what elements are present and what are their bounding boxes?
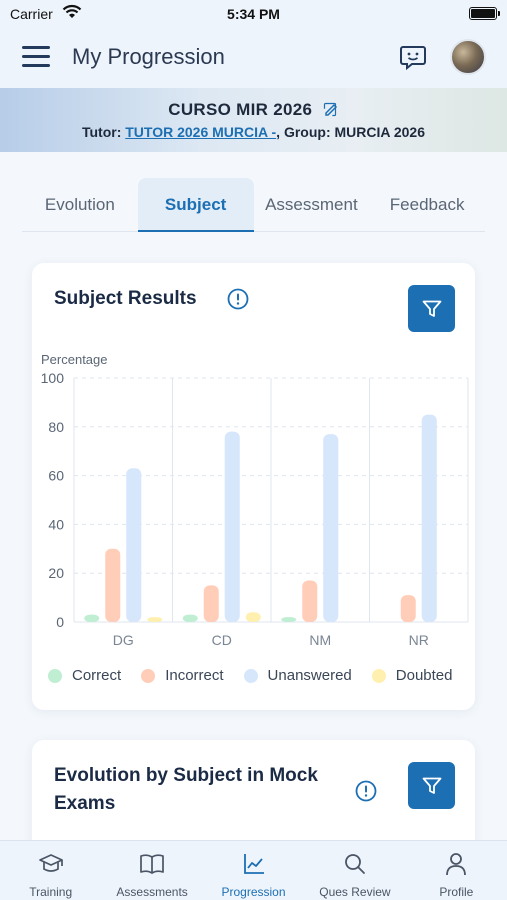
- legend-item-doubted[interactable]: Doubted: [371, 667, 453, 684]
- x-tick-label: DG: [113, 632, 134, 648]
- nav-label-progression: Progression: [221, 885, 286, 899]
- evolution-title-line1: Evolution by Subject in Mock: [54, 765, 318, 786]
- group-info: , Group: MURCIA 2026: [276, 124, 426, 140]
- bar-correct-dg: [84, 614, 100, 622]
- book-icon: [140, 854, 164, 874]
- battery-icon: [469, 7, 500, 20]
- edit-icon[interactable]: [323, 101, 339, 117]
- tutor-label: Tutor:: [81, 124, 122, 140]
- legend-item-unanswered[interactable]: Unanswered: [243, 667, 352, 684]
- app-header: My Progression: [0, 30, 507, 88]
- y-tick-label: 20: [48, 565, 64, 581]
- y-axis-title: Percentage: [41, 352, 108, 367]
- bar-incorrect-nm: [302, 580, 318, 622]
- nav-item-profile[interactable]: Profile: [406, 841, 507, 900]
- tab-bar: Evolution Subject Assessment Feedback: [22, 178, 485, 232]
- chat-icon[interactable]: [398, 42, 428, 72]
- filter-icon: [422, 777, 441, 794]
- nav-label-ques-review: Ques Review: [319, 885, 391, 899]
- tab-assessment[interactable]: Assessment: [254, 178, 370, 231]
- x-tick-label: NM: [309, 632, 331, 648]
- avatar[interactable]: [450, 39, 486, 75]
- tab-subject[interactable]: Subject: [137, 178, 254, 232]
- bar-correct-nm: [281, 617, 297, 622]
- bar-correct-cd: [182, 614, 198, 622]
- info-icon[interactable]: [355, 780, 377, 802]
- nav-item-assessments[interactable]: Assessments: [101, 841, 202, 900]
- page-title: My Progression: [72, 44, 225, 69]
- subject-results-chart: Percentage 0 20 40 60 80 100 DG CD NM NR: [41, 352, 469, 648]
- tutor-link[interactable]: TUTOR 2026 MURCIA -: [125, 124, 276, 140]
- y-tick-label: 80: [48, 419, 64, 435]
- legend-swatch: [243, 668, 258, 683]
- bar-doubted-cd: [245, 612, 261, 622]
- person-icon: [446, 853, 467, 876]
- tab-feedback[interactable]: Feedback: [369, 178, 485, 231]
- status-bar: Carrier 5:34 PM: [0, 0, 507, 30]
- nav-item-training[interactable]: Training: [0, 841, 101, 900]
- chart-legend: Correct Incorrect Unanswered Doubted: [48, 667, 472, 684]
- y-tick-label: 100: [41, 370, 65, 386]
- hamburger-menu-icon[interactable]: [22, 46, 50, 70]
- legend-item-incorrect[interactable]: Incorrect: [141, 667, 224, 684]
- x-tick-label: NR: [409, 632, 429, 648]
- bar-incorrect-nr: [400, 595, 416, 622]
- nav-item-ques-review[interactable]: Ques Review: [304, 841, 405, 900]
- nav-label-assessments: Assessments: [116, 885, 188, 899]
- bar-unanswered-dg: [126, 468, 142, 622]
- legend-item-correct[interactable]: Correct: [48, 667, 121, 684]
- clock: 5:34 PM: [227, 6, 280, 22]
- filter-button[interactable]: [408, 762, 455, 809]
- search-icon: [345, 854, 365, 874]
- legend-label: Correct: [72, 667, 122, 684]
- bottom-nav: Training Assessments Progression Ques Re…: [0, 840, 507, 900]
- evolution-title: Evolution by Subject in Mock Exams: [54, 762, 318, 818]
- y-tick-label: 0: [56, 614, 64, 630]
- tutor-info: Tutor: TUTOR 2026 MURCIA -, Group: MURCI…: [0, 124, 507, 140]
- course-title: CURSO MIR 2026: [168, 100, 313, 119]
- bar-unanswered-cd: [224, 431, 240, 622]
- x-tick-label: CD: [212, 632, 232, 648]
- graduation-cap-icon: [38, 854, 63, 872]
- chart-icon: [243, 854, 264, 874]
- bar-incorrect-cd: [203, 585, 219, 622]
- subject-results-card: Subject Results Percentage 0 20 40 60 80 100 D…: [32, 263, 475, 710]
- nav-item-progression[interactable]: Progression: [203, 841, 304, 900]
- course-banner: CURSO MIR 2026 Tutor: TUTOR 2026 MURCIA …: [0, 88, 507, 152]
- nav-label-training: Training: [29, 885, 73, 899]
- legend-label: Incorrect: [165, 667, 224, 684]
- legend-swatch: [141, 668, 156, 683]
- tab-evolution[interactable]: Evolution: [22, 178, 138, 231]
- y-tick-label: 60: [48, 468, 64, 484]
- legend-label: Doubted: [395, 667, 453, 684]
- legend-swatch: [48, 668, 62, 683]
- bar-doubted-dg: [147, 617, 163, 622]
- bar-unanswered-nr: [421, 414, 437, 622]
- legend-label: Unanswered: [267, 667, 352, 684]
- y-tick-label: 40: [48, 516, 64, 532]
- bar-incorrect-dg: [105, 548, 121, 622]
- bar-unanswered-nm: [323, 434, 339, 622]
- nav-label-profile: Profile: [439, 885, 474, 899]
- evolution-title-line2: Exams: [54, 793, 116, 814]
- legend-swatch: [371, 668, 386, 683]
